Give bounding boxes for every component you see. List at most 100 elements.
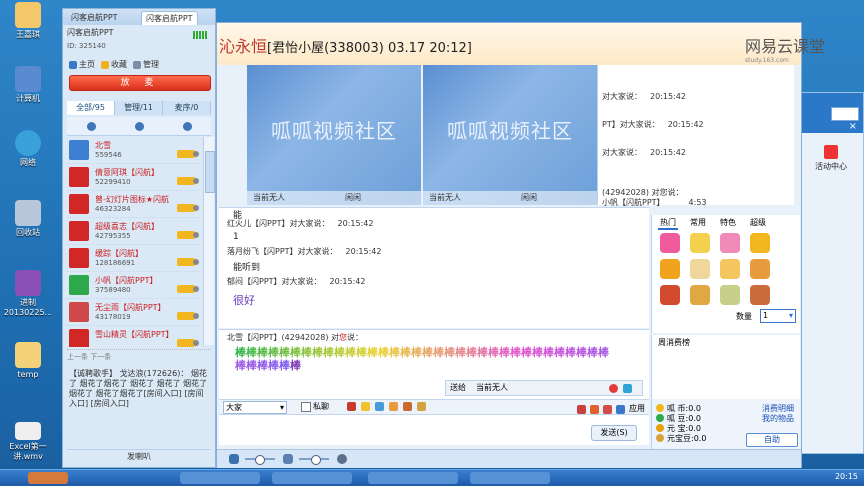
tab-gift-super[interactable]: 超级 [748, 217, 768, 230]
user-list-scrollbar[interactable] [203, 137, 215, 345]
tab-mic-order[interactable]: 麦序/0 [163, 101, 211, 115]
taskbar-item[interactable] [368, 472, 458, 484]
tab-gift-special[interactable]: 特色 [718, 217, 738, 230]
user-filter-tabs: 全部/95 管理/11 麦序/0 [67, 101, 211, 115]
close-icon[interactable]: × [849, 121, 857, 132]
gift-item[interactable] [750, 285, 770, 305]
scroll-thumb[interactable] [205, 151, 215, 193]
gift-item[interactable] [690, 285, 710, 305]
gift-item[interactable] [750, 259, 770, 279]
chat-time: 4:53 [688, 198, 707, 207]
desktop-icon-archive[interactable]: 进制 20130225... [0, 270, 56, 318]
settings-icon[interactable] [337, 454, 347, 464]
speaker-volume-slider[interactable] [299, 455, 329, 465]
speaker-icon[interactable] [283, 454, 293, 464]
room-name: 沁永恒 [219, 37, 268, 56]
emoji-icon[interactable] [361, 402, 370, 411]
tab-gift-hot[interactable]: 热门 [658, 217, 678, 230]
mic-volume-slider[interactable] [245, 455, 275, 465]
wallet-value: 呱 豆:0.0 [667, 414, 701, 423]
tab-all-users[interactable]: 全部/95 [67, 101, 115, 115]
sender-name[interactable]: 落月纷飞【闪PPT】 [227, 247, 298, 256]
gift-item[interactable] [720, 233, 740, 253]
user-list-item[interactable]: 超级喜志【闪航】 42795355 [67, 218, 199, 245]
tab-room-1[interactable]: 闪客启航PPT [67, 11, 122, 24]
user-list-item[interactable]: 缓踪【闪航】 128186691 [67, 245, 199, 272]
user-list-item[interactable]: 雪山精灵【闪航PPT】 [67, 326, 199, 347]
quantity-select[interactable]: 1 [760, 309, 796, 323]
video-slot-1[interactable]: 呱呱视频社区 当前无人 闲闲 [247, 65, 421, 205]
gift-item[interactable] [660, 233, 680, 253]
slider-knob[interactable] [255, 455, 265, 465]
user-list-item[interactable]: 曾-幻灯片图标★闪航 46323284 [67, 191, 199, 218]
desktop-icon-network[interactable]: 网络 [0, 130, 56, 168]
mic-icon[interactable] [229, 454, 239, 464]
gift-item[interactable] [720, 259, 740, 279]
message-action: 对大家说： [297, 247, 338, 256]
person-icon[interactable] [182, 121, 192, 131]
apps-icon[interactable] [616, 404, 625, 414]
desktop-icon-user[interactable]: 王嘉琪 [0, 2, 56, 40]
gift-item[interactable] [660, 259, 680, 279]
desktop-icon-computer[interactable]: 计算机 [0, 66, 56, 104]
activity-center[interactable]: 活动中心 [805, 145, 857, 172]
send-button[interactable]: 发送(S) [591, 425, 637, 441]
gift-icon[interactable] [609, 384, 618, 393]
gift-item[interactable] [660, 285, 680, 305]
play-mic-button[interactable]: 放 麦 [69, 75, 211, 91]
tab-admins[interactable]: 管理/11 [115, 101, 163, 115]
private-checkbox[interactable] [301, 402, 311, 412]
user-list-item[interactable]: 倩意阿琪【闪航】 52299410 [67, 164, 199, 191]
gift-shop-icon[interactable] [389, 402, 398, 411]
desktop-icon-label: 王嘉琪 [16, 30, 40, 39]
my-items-link[interactable]: 我的物品 [762, 413, 794, 424]
speaker-button[interactable]: 发喇叭 [67, 449, 211, 464]
calendar-icon[interactable] [590, 404, 599, 414]
user-list-item[interactable]: 小帆【闪航PPT】 37589480 [67, 272, 199, 299]
message-input[interactable] [219, 415, 649, 445]
nav-manage[interactable]: 管理 [133, 59, 159, 70]
user-id: 37589480 [95, 286, 131, 294]
slider-knob[interactable] [311, 455, 321, 465]
desktop-icon-temp[interactable]: temp [0, 342, 56, 380]
apply-label[interactable]: 应用 [629, 402, 645, 416]
chat-toolbar: 大家 私聊 应用 [219, 399, 649, 415]
nav-favorite[interactable]: 收藏 [101, 59, 127, 70]
gift-item[interactable] [690, 233, 710, 253]
font-icon[interactable] [347, 402, 356, 411]
desktop-icon-recycle-bin[interactable]: 回收站 [0, 200, 56, 238]
search-icon[interactable] [86, 121, 96, 131]
taskbar-item[interactable] [470, 472, 550, 484]
sender-name[interactable]: 郁闷【闪PPT】 [227, 277, 282, 286]
search-input[interactable] [831, 107, 859, 121]
taskbar-item[interactable] [180, 472, 260, 484]
tab-gift-common[interactable]: 常用 [688, 217, 708, 230]
location-icon[interactable] [134, 121, 144, 131]
desktop-icon-video[interactable]: Excel第一讲.wmv [0, 422, 56, 462]
sender-name[interactable]: 北雪【闪PPT】(42942028) 对 [227, 333, 339, 342]
tab-room-2[interactable]: 闪客启航PPT [141, 11, 198, 25]
lock-icon[interactable] [577, 404, 586, 414]
taskbar-item[interactable] [272, 472, 352, 484]
flower-icon[interactable] [623, 384, 632, 393]
gift-item[interactable] [690, 259, 710, 279]
start-button[interactable] [28, 472, 68, 484]
user-list-item[interactable]: 北雪 559546 [67, 137, 199, 164]
recipient-select[interactable]: 大家 [223, 401, 287, 414]
bag-icon[interactable] [603, 404, 612, 414]
video-slot-2[interactable]: 呱呱视频社区 当前无人 闲闲 [423, 65, 597, 205]
broom-icon[interactable] [417, 402, 426, 411]
avatar [69, 329, 89, 347]
image-icon[interactable] [375, 402, 384, 411]
announcement-nav[interactable]: 上一条 下一条 [67, 349, 211, 362]
nav-home[interactable]: 主页 [69, 59, 95, 70]
message-header: 郁闷【闪PPT】对大家说： 20:15:42 [227, 276, 365, 287]
gift-item[interactable] [720, 285, 740, 305]
tab-weekly-ranking[interactable]: 周消费榜 [658, 337, 690, 348]
self-service-button[interactable]: 自助 [746, 433, 798, 447]
user-list-item[interactable]: 无尘雨【闪航PPT】 43178019 [67, 299, 199, 326]
gear-icon [133, 60, 141, 69]
hammer-icon[interactable] [403, 402, 412, 411]
gift-item[interactable] [750, 233, 770, 253]
send-target[interactable]: 当前无人 [476, 381, 508, 395]
